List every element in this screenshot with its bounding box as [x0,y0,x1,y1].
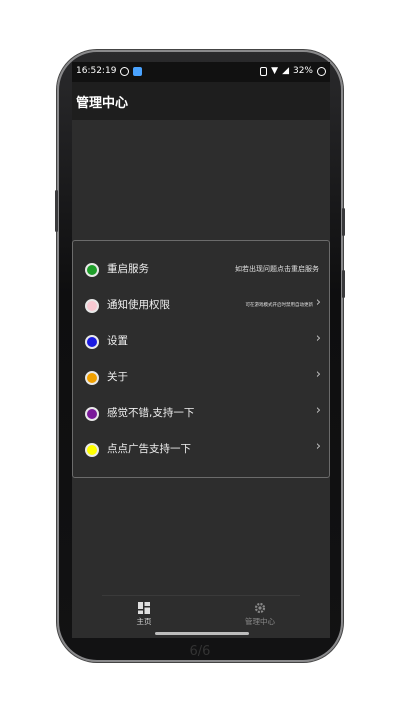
status-dot-icon [85,443,99,457]
menu-item-label: 感觉不错,支持一下 [107,407,195,419]
menu-item-label: 通知使用权限 [107,299,170,311]
menu-item-restart-service[interactable]: 重启服务 如若出现问题点击重启服务 [73,251,329,287]
phone-side-button-right-bottom [342,270,345,298]
menu-item-watch-ad[interactable]: 点点广告支持一下 › [73,431,329,467]
status-dot-icon [85,335,99,349]
status-dot-icon [85,371,99,385]
chevron-right-icon: › [315,295,321,310]
menu-item-label: 关于 [107,371,128,383]
status-dot-icon [85,299,99,313]
app-bar: 管理中心 [72,82,330,120]
phone-screen: 16:52:19 ▼ ◢ 32% 管理中心 重启服务 如若出现问题点击重启服务 … [72,62,330,638]
phone-side-button-right-top [342,208,345,236]
grid-icon [138,602,150,614]
chevron-right-icon: › [315,403,321,418]
phone-side-button-left [55,190,58,232]
battery-text: 32% [292,66,313,76]
tab-home[interactable]: 主页 [114,602,174,627]
page-indicator: 6/6 [189,644,211,659]
bottom-tab-bar: 主页 管理中心 [102,595,300,636]
tab-label: 主页 [136,617,152,626]
gear-icon [254,602,266,614]
menu-item-about[interactable]: 关于 › [73,359,329,395]
signal-icon: ◢ [282,66,289,76]
home-indicator [155,632,249,635]
menu-item-label: 点点广告支持一下 [107,443,191,455]
menu-item-notification-permission[interactable]: 通知使用权限 可在游戏模式开启时禁用自动更新 › [73,287,329,323]
wifi-icon: ▼ [271,66,279,76]
menu-item-label: 设置 [107,335,128,347]
chevron-right-icon: › [315,439,321,454]
menu-item-note: 如若出现问题点击重启服务 [235,265,319,273]
chevron-right-icon: › [315,367,321,382]
app-notification-icon [133,66,143,76]
status-dot-icon [85,407,99,421]
battery-ring-icon [317,66,326,76]
page-title: 管理中心 [76,96,129,111]
menu-item-label: 重启服务 [107,263,149,275]
vibrate-icon [260,66,268,76]
tab-label: 管理中心 [245,617,275,626]
status-time: 16:52:19 [76,66,117,76]
status-dot-icon [85,263,99,277]
menu-card: 重启服务 如若出现问题点击重启服务 通知使用权限 可在游戏模式开启时禁用自动更新… [72,240,330,478]
tab-admin[interactable]: 管理中心 [230,602,290,627]
menu-item-note: 可在游戏模式开启时禁用自动更新 [245,303,314,308]
status-bar: 16:52:19 ▼ ◢ 32% [72,62,330,82]
message-icon [120,66,130,76]
chevron-right-icon: › [315,331,321,346]
menu-item-support[interactable]: 感觉不错,支持一下 › [73,395,329,431]
menu-item-settings[interactable]: 设置 › [73,323,329,359]
